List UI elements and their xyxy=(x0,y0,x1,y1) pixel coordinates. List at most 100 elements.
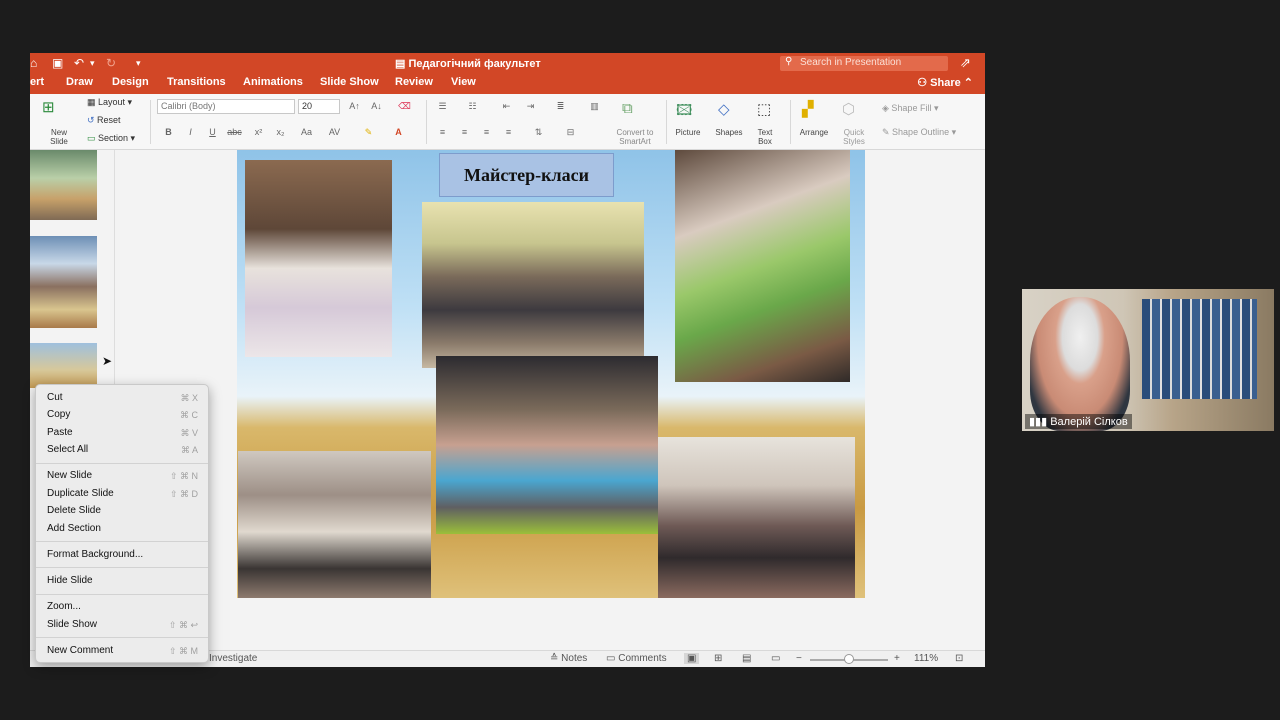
menu-item-delete-slide[interactable]: Delete Slide xyxy=(47,505,101,516)
slide-thumbnail[interactable] xyxy=(30,343,97,388)
text-box-icon[interactable]: ⬚ xyxy=(757,100,771,118)
arrange-button[interactable]: Arrange xyxy=(796,128,832,137)
underline-icon[interactable]: U xyxy=(204,125,221,139)
convert-smartart-button[interactable]: Convert to SmartArt xyxy=(610,128,660,146)
superscript-icon[interactable]: x² xyxy=(250,125,267,139)
menu-item-copy[interactable]: Copy xyxy=(47,409,70,420)
menu-item-slide-show[interactable]: Slide Show xyxy=(47,619,97,630)
menu-item-hide-slide[interactable]: Hide Slide xyxy=(47,575,93,586)
bullets-icon[interactable]: ☰ xyxy=(434,99,451,113)
slide-canvas[interactable]: Майстер-класи xyxy=(237,150,865,598)
font-name-field[interactable]: Calibri (Body) xyxy=(157,99,295,114)
photo-cup-pyramid[interactable] xyxy=(238,451,431,598)
customize-toolbar-icon[interactable]: ▾ xyxy=(136,58,141,69)
investigate-label[interactable]: Investigate xyxy=(209,653,257,664)
menu-item-duplicate-slide[interactable]: Duplicate Slide xyxy=(47,488,114,499)
layout-button[interactable]: ▦ Layout ▾ xyxy=(87,97,132,108)
new-slide-button[interactable]: New Slide xyxy=(44,128,74,146)
menu-item-paste[interactable]: Paste xyxy=(47,427,73,438)
home-icon[interactable]: ⌂ xyxy=(30,56,37,70)
tab-view[interactable]: View xyxy=(451,76,476,88)
increase-font-icon[interactable]: A↑ xyxy=(346,99,363,113)
menu-item-select-all[interactable]: Select All xyxy=(47,444,88,455)
search-input[interactable]: ⚲ Search in Presentation xyxy=(780,56,948,71)
slideshow-view-icon[interactable]: ▭ xyxy=(771,653,780,664)
menu-item-zoom[interactable]: Zoom... xyxy=(47,601,81,612)
align-text-icon[interactable]: ⊟ xyxy=(562,125,579,139)
photo-map-craft[interactable] xyxy=(675,150,850,382)
font-size-field[interactable]: 20 xyxy=(298,99,340,114)
clear-format-icon[interactable]: ⌫ xyxy=(396,99,413,113)
columns-icon[interactable]: ▥ xyxy=(586,99,603,113)
photo-laptop-students[interactable] xyxy=(436,356,658,534)
notes-button[interactable]: ≙ Notes xyxy=(550,653,587,664)
reset-button[interactable]: ↺ Reset xyxy=(87,115,121,126)
picture-icon[interactable]: 🖾 xyxy=(676,100,692,125)
line-spacing-icon[interactable]: ≣ xyxy=(552,99,569,113)
zoom-level[interactable]: 111% xyxy=(914,653,938,664)
zoom-in-icon[interactable]: + xyxy=(894,653,900,664)
menu-item-new-comment[interactable]: New Comment xyxy=(47,645,113,656)
slide-thumbnail[interactable] xyxy=(30,150,97,220)
picture-button[interactable]: Picture xyxy=(670,128,706,137)
photo-standing-students[interactable] xyxy=(658,437,855,598)
tab-design[interactable]: Design xyxy=(112,76,149,88)
normal-view-icon[interactable]: ▣ xyxy=(684,653,700,664)
account-icon[interactable]: ⇗ xyxy=(960,55,971,71)
zoom-out-icon[interactable]: − xyxy=(796,653,802,664)
smartart-icon[interactable]: ⧉ xyxy=(622,100,633,117)
tab-animations[interactable]: Animations xyxy=(243,76,303,88)
decrease-indent-icon[interactable]: ⇤ xyxy=(498,99,515,113)
quick-styles-icon[interactable]: ⬡ xyxy=(842,100,855,118)
shapes-button[interactable]: Shapes xyxy=(712,128,746,137)
redo-icon[interactable]: ↻ xyxy=(106,56,116,70)
numbering-icon[interactable]: ☷ xyxy=(464,99,481,113)
zoom-slider-handle[interactable] xyxy=(844,654,854,664)
character-spacing-icon[interactable]: AV xyxy=(326,125,343,139)
reading-view-icon[interactable]: ▤ xyxy=(742,653,751,664)
justify-icon[interactable]: ≡ xyxy=(500,125,517,139)
menu-item-cut[interactable]: Cut xyxy=(47,392,63,403)
menu-item-new-slide[interactable]: New Slide xyxy=(47,470,92,481)
strikethrough-icon[interactable]: abc xyxy=(226,125,243,139)
align-left-icon[interactable]: ≡ xyxy=(434,125,451,139)
menu-item-add-section[interactable]: Add Section xyxy=(47,523,101,534)
slide-title[interactable]: Майстер-класи xyxy=(439,153,614,197)
tab-review[interactable]: Review xyxy=(395,76,433,88)
tab-draw[interactable]: Draw xyxy=(66,76,93,88)
save-icon[interactable]: ▣ xyxy=(52,56,63,70)
font-color-icon[interactable]: A xyxy=(390,125,407,139)
shape-fill-button[interactable]: ◈ Shape Fill ▾ xyxy=(882,103,938,114)
tab-insert[interactable]: ert xyxy=(30,76,44,88)
section-button[interactable]: ▭ Section ▾ xyxy=(87,133,135,144)
tab-slide-show[interactable]: Slide Show xyxy=(320,76,379,88)
increase-indent-icon[interactable]: ⇥ xyxy=(522,99,539,113)
align-right-icon[interactable]: ≡ xyxy=(478,125,495,139)
tab-transitions[interactable]: Transitions xyxy=(167,76,226,88)
subscript-icon[interactable]: x₂ xyxy=(272,125,289,139)
undo-dropdown-icon[interactable]: ▾ xyxy=(90,58,95,69)
align-center-icon[interactable]: ≡ xyxy=(456,125,473,139)
italic-icon[interactable]: I xyxy=(182,125,199,139)
text-box-button[interactable]: Text Box xyxy=(750,128,780,146)
photo-classroom-group[interactable] xyxy=(422,202,644,368)
decrease-font-icon[interactable]: A↓ xyxy=(368,99,385,113)
fit-slide-icon[interactable]: ⊡ xyxy=(955,653,963,664)
quick-styles-button[interactable]: Quick Styles xyxy=(836,128,872,146)
text-direction-icon[interactable]: ⇅ xyxy=(530,125,547,139)
new-slide-icon[interactable]: ⊞ xyxy=(42,98,55,116)
shapes-icon[interactable]: ◇ xyxy=(718,100,730,118)
share-button[interactable]: ⚇ Share ⌃ xyxy=(917,76,973,89)
undo-icon[interactable]: ↶ xyxy=(74,56,84,70)
slide-thumbnail[interactable] xyxy=(30,236,97,328)
photo-students-map[interactable] xyxy=(245,160,392,357)
menu-item-format-background[interactable]: Format Background... xyxy=(47,549,143,560)
slide-sorter-icon[interactable]: ⊞ xyxy=(714,653,722,664)
shape-outline-button[interactable]: ✎ Shape Outline ▾ xyxy=(882,127,956,138)
participant-video-tile[interactable]: ▮▮▮ Валерій Сілков xyxy=(1022,289,1274,431)
change-case-icon[interactable]: Aa xyxy=(298,125,315,139)
comments-button[interactable]: ▭ Comments xyxy=(606,653,667,664)
arrange-icon[interactable]: ▞ xyxy=(802,100,814,118)
highlight-icon[interactable]: ✎ xyxy=(360,125,377,139)
bold-icon[interactable]: B xyxy=(160,125,177,139)
